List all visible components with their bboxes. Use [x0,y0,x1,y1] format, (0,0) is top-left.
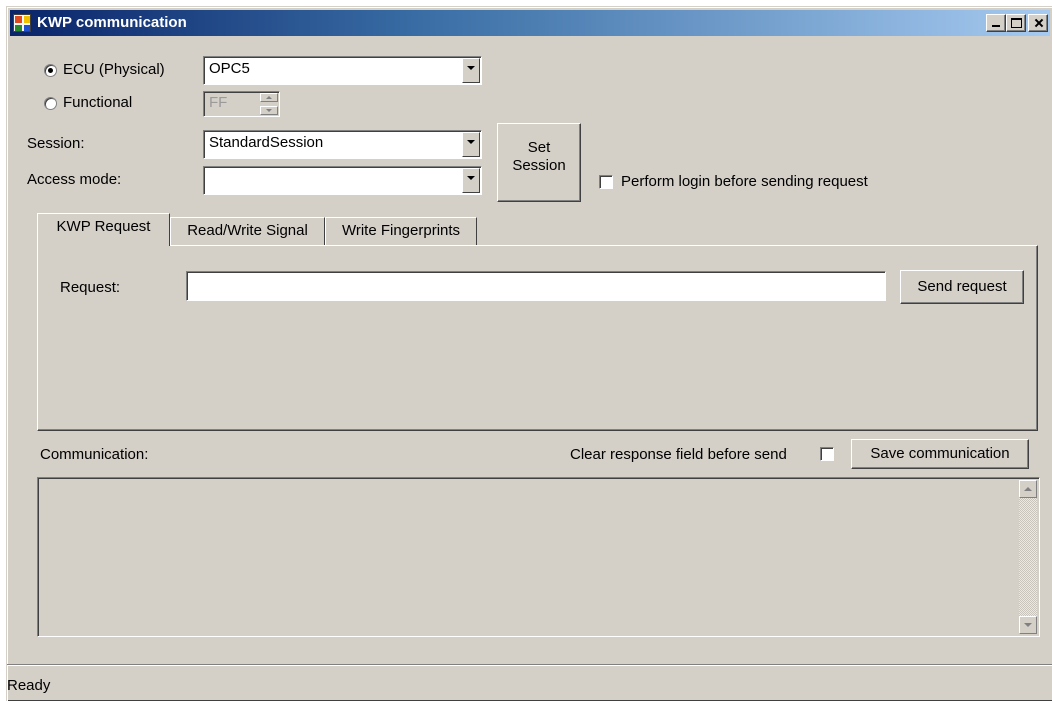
set-session-label-line1: Set [527,139,551,156]
access-mode-label: Access mode: [27,171,122,188]
save-communication-label: Save communication [870,445,1010,462]
tab-kwp-request[interactable]: KWP Request [37,213,170,246]
send-request-label: Send request [917,278,1007,295]
set-session-button[interactable]: Set Session [497,123,581,202]
functional-address-value: FF [209,94,228,111]
ecu-select[interactable]: OPC5 [203,56,482,85]
title-bar[interactable]: KWP communication [10,10,1050,36]
tab-read-write-signal-label: Read/Write Signal [187,222,308,239]
chevron-down-icon[interactable] [462,132,480,157]
request-label: Request: [60,279,121,296]
window-title: KWP communication [37,14,187,31]
functional-label: Functional [63,94,133,111]
tab-read-write-signal[interactable]: Read/Write Signal [170,217,325,245]
ecu-physical-radio[interactable] [44,64,57,77]
tab-write-fingerprints[interactable]: Write Fingerprints [325,217,477,245]
scroll-up-icon[interactable] [1019,480,1037,498]
kwp-request-tab-panel: Request: Send request [37,245,1038,431]
clear-response-label: Clear response field before send [570,446,787,463]
communication-textarea[interactable] [37,477,1040,637]
app-icon [13,14,31,32]
clear-response-checkbox[interactable] [820,447,834,461]
session-select-value: StandardSession [209,134,324,151]
chevron-down-icon[interactable] [462,58,480,83]
request-input[interactable] [186,271,886,301]
close-button[interactable] [1028,14,1048,32]
session-select[interactable]: StandardSession [203,130,482,159]
set-session-label-line2: Session [512,157,566,174]
session-label: Session: [27,135,85,152]
tab-write-fingerprints-label: Write Fingerprints [341,222,461,239]
spin-up-icon [260,93,278,102]
status-text: Ready [7,677,51,694]
scroll-down-icon[interactable] [1019,616,1037,634]
communication-scrollbar[interactable] [1019,480,1037,634]
access-mode-select[interactable] [203,166,482,195]
functional-radio[interactable] [44,97,57,110]
tab-kwp-request-label: KWP Request [56,218,151,235]
send-request-button[interactable]: Send request [900,270,1024,304]
minimize-button[interactable] [986,14,1006,32]
ecu-physical-label: ECU (Physical) [63,61,165,78]
functional-address-stepper: FF [203,91,280,117]
status-bar: Ready [7,664,1052,701]
communication-label: Communication: [40,446,149,463]
ecu-select-value: OPC5 [209,60,250,77]
login-checkbox-label: Perform login before sending request [621,173,868,190]
login-checkbox[interactable] [599,175,613,189]
kwp-communication-window: KWP communication ECU (Physical) OPC5 Fu… [6,6,1052,701]
chevron-down-icon[interactable] [462,168,480,193]
maximize-button[interactable] [1006,14,1026,32]
spin-down-icon [260,106,278,115]
save-communication-button[interactable]: Save communication [851,439,1029,469]
